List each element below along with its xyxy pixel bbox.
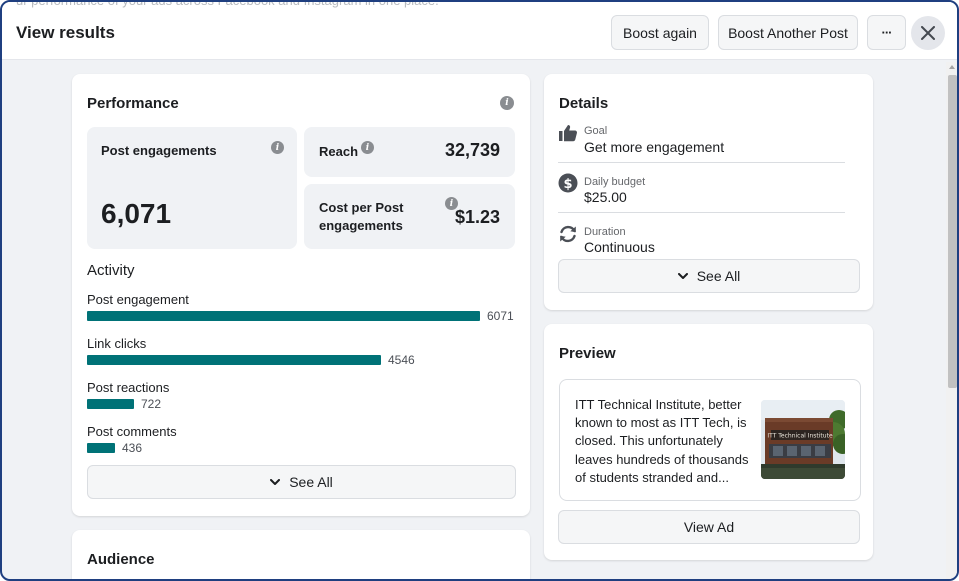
activity-label: Post comments [87,424,177,439]
activity-value: 6071 [487,309,514,323]
scroll-up-arrow-icon[interactable] [949,65,955,69]
budget-value: $25.00 [584,189,627,205]
view-ad-button[interactable]: View Ad [558,510,860,544]
audience-card: Audience [72,530,530,579]
cost-per-engagement-label: Cost per Post engagements [319,199,404,235]
boost-another-post-button[interactable]: Boost Another Post [718,15,858,50]
duration-value: Continuous [584,239,655,255]
activity-label: Post engagement [87,292,189,307]
ad-preview-text: ITT Technical Institute, better known to… [575,397,749,485]
cost-label-line1: Cost per Post [319,200,404,215]
activity-value: 436 [122,441,143,455]
post-engagements-info-icon[interactable]: i [271,141,284,154]
view-results-dialog: ur performance of your ads across Facebo… [0,0,959,581]
svg-text:$: $ [563,177,572,192]
chevron-down-icon [677,272,688,279]
background-page-text: ur performance of your ads across Facebo… [16,0,439,8]
dollar-circle-icon: $ [558,173,578,193]
details-see-all-label: See All [696,268,741,284]
reach-stat: Reach i 32,739 [304,127,515,177]
duration-label: Duration [584,226,626,238]
activity-bar [87,311,480,321]
duration-row: Duration Continuous [558,222,845,260]
ad-preview[interactable]: ITT Technical Institute, better known to… [559,379,861,501]
dialog-title: View results [16,23,115,42]
reach-info-icon[interactable]: i [361,141,374,154]
dialog-header: ur performance of your ads across Facebo… [2,2,957,60]
performance-title: Performance [87,95,179,112]
audience-title: Audience [87,551,155,568]
view-ad-label: View Ad [683,519,735,535]
refresh-icon [560,225,576,243]
thumbs-up-icon [559,125,577,142]
activity-value: 722 [141,397,162,411]
details-title: Details [559,95,609,112]
activity-bar [87,355,381,365]
more-options-button[interactable]: ··· [867,15,906,50]
activity-label: Link clicks [87,336,147,351]
goal-row: Goal Get more engagement [558,122,845,160]
activity-bar [87,399,134,409]
activity-label: Post reactions [87,380,170,395]
performance-info-icon[interactable]: i [500,96,514,110]
post-engagements-label: Post engagements [101,143,217,158]
reach-value: 32,739 [444,140,500,160]
details-see-all-button[interactable]: See All [558,259,860,293]
activity-see-all-button[interactable]: See All [87,465,516,499]
building-photo: ITT Technical Institute [761,400,845,479]
close-button[interactable] [911,16,945,50]
reach-label: Reach [319,144,359,159]
close-icon [921,26,935,40]
preview-title: Preview [559,345,616,362]
details-card: Details Goal Get more engagement $ Daily… [544,74,873,310]
cost-per-engagement-value: $1.23 [454,207,500,227]
divider [558,162,845,163]
cost-label-line2: engagements [319,218,403,233]
ad-preview-image: ITT Technical Institute [761,400,845,479]
cost-per-engagement-stat: Cost per Post engagements i $1.23 [304,184,515,249]
post-engagements-value: 6,071 [101,198,172,229]
activity-see-all-label: See All [289,474,333,490]
budget-row: $ Daily budget $25.00 [558,172,845,210]
budget-label: Daily budget [584,176,646,188]
activity-title: Activity [87,262,135,279]
activity-value: 4546 [388,353,415,367]
chevron-down-icon [270,478,281,485]
post-engagements-stat: Post engagements i 6,071 [87,127,297,249]
activity-bar [87,443,115,453]
performance-card: Performance i Post engagements i 6,071 R… [72,74,530,516]
goal-label: Goal [584,125,608,137]
scrollbar[interactable] [946,62,957,579]
scrollbar-thumb[interactable] [948,75,957,388]
building-sign-text: ITT Technical Institute [767,433,833,440]
goal-value: Get more engagement [584,139,725,155]
divider [558,212,845,213]
preview-card: Preview ITT Technical Institute, better … [544,324,873,560]
boost-again-button[interactable]: Boost again [611,15,709,50]
